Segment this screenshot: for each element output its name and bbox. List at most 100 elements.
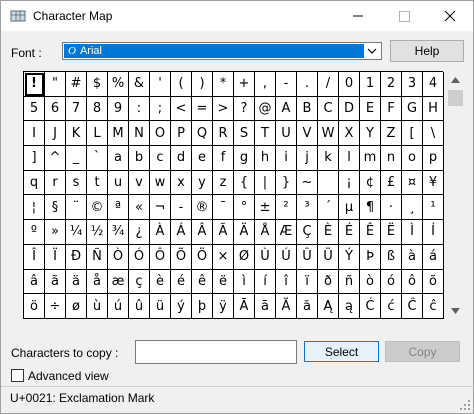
close-button[interactable] xyxy=(427,1,473,31)
character-cell[interactable]: Q xyxy=(192,121,213,147)
character-cell[interactable]: B xyxy=(297,96,318,122)
character-cell[interactable]: ¹ xyxy=(423,195,444,221)
characters-to-copy-input[interactable] xyxy=(135,340,297,364)
character-cell[interactable]: Ë xyxy=(381,220,402,245)
character-cell[interactable]: å xyxy=(87,269,108,295)
character-cell[interactable]: à xyxy=(402,244,423,270)
character-cell[interactable]: Ê xyxy=(360,220,381,245)
character-cell[interactable]: q xyxy=(24,170,45,196)
character-cell[interactable]: ¶ xyxy=(360,195,381,221)
character-cell[interactable]: ¾ xyxy=(108,220,129,245)
character-cell[interactable]: # xyxy=(66,72,87,97)
character-cell[interactable]: Ç xyxy=(297,220,318,245)
character-cell[interactable]: ¤ xyxy=(402,170,423,196)
character-cell[interactable]: v xyxy=(129,170,150,196)
character-cell[interactable]: ò xyxy=(360,269,381,295)
character-cell[interactable]: ? xyxy=(234,96,255,122)
character-cell[interactable]: ó xyxy=(381,269,402,295)
character-cell[interactable]: ð xyxy=(318,269,339,295)
character-cell[interactable]: C xyxy=(318,96,339,122)
character-cell[interactable]: j xyxy=(297,146,318,171)
character-cell[interactable]: Ă xyxy=(276,294,297,319)
character-cell[interactable]: é xyxy=(171,269,192,295)
character-cell[interactable]: $ xyxy=(87,72,108,97)
character-cell[interactable]: M xyxy=(108,121,129,147)
character-cell[interactable]: Ì xyxy=(402,220,423,245)
resize-grip-icon[interactable] xyxy=(459,399,471,411)
character-cell[interactable]: y xyxy=(192,170,213,196)
character-cell[interactable]: H xyxy=(423,96,444,122)
copy-button[interactable]: Copy xyxy=(385,341,460,362)
character-cell[interactable]: z xyxy=(213,170,234,196)
character-cell[interactable]: d xyxy=(171,146,192,171)
character-cell[interactable]: ü xyxy=(150,294,171,319)
character-cell[interactable]: Ô xyxy=(150,244,171,270)
character-cell[interactable]: h xyxy=(255,146,276,171)
character-cell[interactable]: ~ xyxy=(297,170,318,196)
character-cell[interactable]: ] xyxy=(24,146,45,171)
character-cell[interactable]: ß xyxy=(381,244,402,270)
character-cell[interactable]: > xyxy=(213,96,234,122)
character-cell[interactable]: ¸ xyxy=(402,195,423,221)
character-cell[interactable]: î xyxy=(276,269,297,295)
character-cell[interactable]: § xyxy=(45,195,66,221)
character-cell[interactable]: ª xyxy=(108,195,129,221)
character-cell[interactable]: Ā xyxy=(234,294,255,319)
character-cell[interactable]: * xyxy=(213,72,234,97)
character-cell[interactable]: Æ xyxy=(276,220,297,245)
character-cell[interactable]: o xyxy=(402,146,423,171)
character-cell[interactable]: + xyxy=(234,72,255,97)
character-cell[interactable]: G xyxy=(402,96,423,122)
character-cell[interactable]: â xyxy=(24,269,45,295)
character-cell[interactable]: Þ xyxy=(360,244,381,270)
character-cell[interactable]: - xyxy=(276,72,297,97)
character-cell[interactable]: T xyxy=(255,121,276,147)
character-cell[interactable]: ý xyxy=(171,294,192,319)
character-cell[interactable]: Û xyxy=(297,244,318,270)
character-cell[interactable]: ) xyxy=(192,72,213,97)
character-cell[interactable]: è xyxy=(150,269,171,295)
character-cell[interactable]: ø xyxy=(66,294,87,319)
character-cell[interactable]: » xyxy=(45,220,66,245)
character-cell[interactable]: " xyxy=(45,72,66,97)
character-cell[interactable]: ä xyxy=(66,269,87,295)
character-cell[interactable]: Ĉ xyxy=(402,294,423,319)
character-cell[interactable]: ; xyxy=(150,96,171,122)
character-cell[interactable]: ¥ xyxy=(423,170,444,196)
character-cell[interactable]: F xyxy=(381,96,402,122)
character-cell[interactable]: 9 xyxy=(108,96,129,122)
character-cell[interactable]: ^ xyxy=(45,146,66,171)
character-cell[interactable]: e xyxy=(192,146,213,171)
character-cell[interactable]: 6 xyxy=(45,96,66,122)
character-cell[interactable]: Ó xyxy=(129,244,150,270)
character-cell[interactable]: ç xyxy=(129,269,150,295)
character-cell[interactable]: ú xyxy=(108,294,129,319)
character-cell[interactable]: Ą xyxy=(318,294,339,319)
character-cell[interactable]: 5 xyxy=(24,96,45,122)
character-cell[interactable]: W xyxy=(318,121,339,147)
character-cell[interactable]: N xyxy=(129,121,150,147)
character-cell[interactable]: 1 xyxy=(360,72,381,97)
character-cell[interactable]: @ xyxy=(255,96,276,122)
character-cell[interactable]: 7 xyxy=(66,96,87,122)
character-cell[interactable]: 3 xyxy=(402,72,423,97)
character-cell[interactable]: X xyxy=(339,121,360,147)
select-button[interactable]: Select xyxy=(304,341,379,362)
character-cell[interactable] xyxy=(318,170,339,196)
character-cell[interactable]: Ï xyxy=(45,244,66,270)
character-cell[interactable]: p xyxy=(423,146,444,171)
character-cell[interactable]: £ xyxy=(381,170,402,196)
character-cell[interactable]: } xyxy=(276,170,297,196)
character-cell[interactable]: w xyxy=(150,170,171,196)
character-cell[interactable]: í xyxy=(255,269,276,295)
character-cell[interactable]: ë xyxy=(213,269,234,295)
character-cell[interactable]: Ù xyxy=(255,244,276,270)
character-cell[interactable]: a xyxy=(108,146,129,171)
character-cell[interactable]: Z xyxy=(381,121,402,147)
advanced-view-checkbox[interactable] xyxy=(11,369,24,382)
character-cell[interactable]: ¡ xyxy=(339,170,360,196)
character-cell[interactable]: Ð xyxy=(66,244,87,270)
character-cell[interactable]: ± xyxy=(255,195,276,221)
character-cell[interactable]: × xyxy=(213,244,234,270)
character-cell[interactable]: Í xyxy=(423,220,444,245)
